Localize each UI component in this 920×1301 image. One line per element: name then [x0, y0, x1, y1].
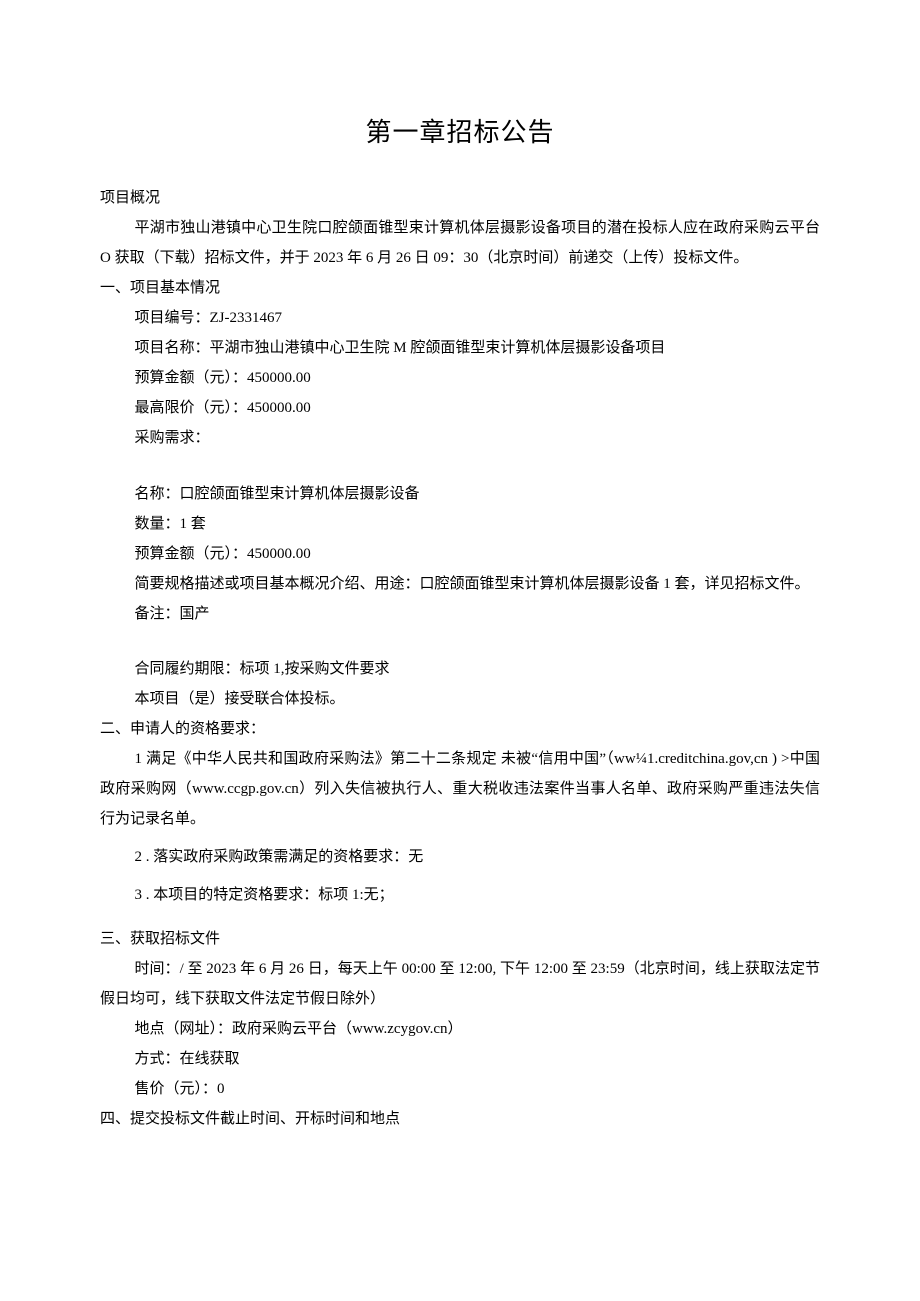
- qualification-2: 2 . 落实政府采购政策需满足的资格要求：无: [100, 842, 820, 872]
- obtain-time: 时间：/ 至 2023 年 6 月 26 日，每天上午 00:00 至 12:0…: [100, 954, 820, 1014]
- project-number: 项目编号：ZJ-2331467: [100, 303, 820, 333]
- blank-line: [100, 453, 820, 479]
- blank-line-2: [100, 629, 820, 655]
- joint-bid: 本项目（是）接受联合体投标。: [100, 684, 820, 714]
- ceiling-price: 最高限价（元）：450000.00: [100, 393, 820, 423]
- contract-term: 合同履约期限：标项 1,按采购文件要求: [100, 654, 820, 684]
- section-4-heading: 四、提交投标文件截止时间、开标时间和地点: [100, 1104, 820, 1134]
- obtain-price: 售价（元）：0: [100, 1074, 820, 1104]
- purchase-need-label: 采购需求：: [100, 423, 820, 453]
- budget-amount: 预算金额（元）：450000.00: [100, 363, 820, 393]
- item-remark: 备注：国产: [100, 599, 820, 629]
- section-1-heading: 一、项目基本情况: [100, 273, 820, 303]
- qualification-3: 3 . 本项目的特定资格要求：标项 1:无；: [100, 880, 820, 910]
- item-budget: 预算金额（元）：450000.00: [100, 539, 820, 569]
- item-brief-text: 简要规格描述或项目基本概况介绍、用途：口腔颌面锥型束计算机体层摄影设备 1 套，…: [135, 576, 810, 592]
- overview-heading: 项目概况: [100, 183, 820, 213]
- qualification-1: 1 满足《中华人民共和国政府采购法》第二十二条规定 未被“信用中国”（ww¼1.…: [100, 744, 820, 834]
- item-name: 名称：口腔颌面锥型束计算机体层摄影设备: [100, 479, 820, 509]
- overview-paragraph: 平湖市独山港镇中心卫生院口腔颌面锥型束计算机体层摄影设备项目的潜在投标人应在政府…: [100, 213, 820, 273]
- section-3-heading: 三、获取招标文件: [100, 924, 820, 954]
- project-name: 项目名称：平湖市独山港镇中心卫生院 M 腔颌面锥型束计算机体层摄影设备项目: [100, 333, 820, 363]
- item-brief: 简要规格描述或项目基本概况介绍、用途：口腔颌面锥型束计算机体层摄影设备 1 套，…: [100, 569, 820, 599]
- chapter-title: 第一章招标公告: [100, 107, 820, 159]
- obtain-place: 地点（网址）：政府采购云平台（www.zcygov.cn）: [100, 1014, 820, 1044]
- item-quantity: 数量：1 套: [100, 509, 820, 539]
- obtain-method: 方式：在线获取: [100, 1044, 820, 1074]
- document-page: 第一章招标公告 项目概况 平湖市独山港镇中心卫生院口腔颌面锥型束计算机体层摄影设…: [0, 0, 920, 1194]
- section-2-heading: 二、申请人的资格要求：: [100, 714, 820, 744]
